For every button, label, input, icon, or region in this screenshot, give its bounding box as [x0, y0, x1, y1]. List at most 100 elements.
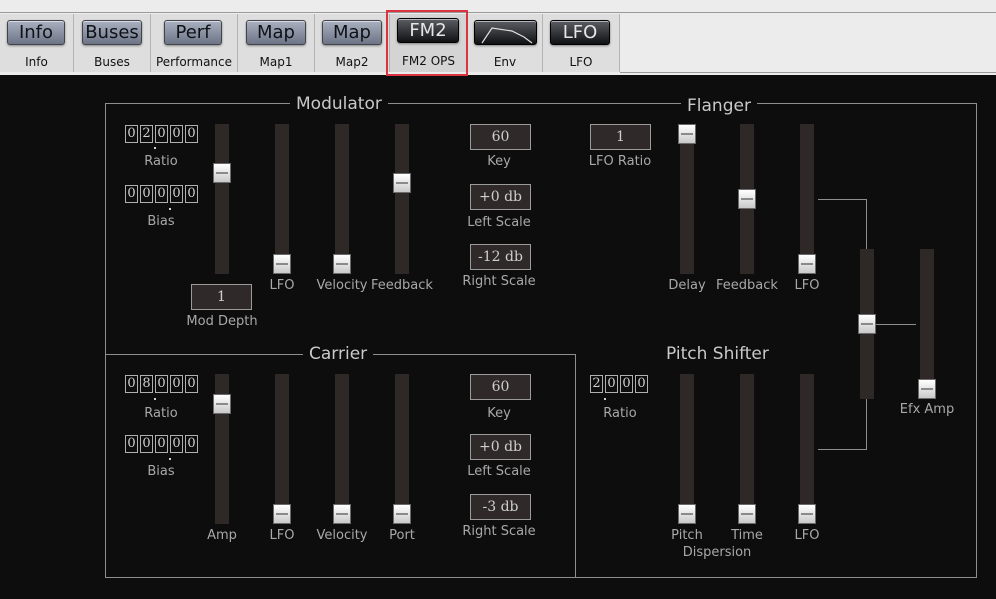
info-tab-button[interactable]: Info	[7, 20, 65, 45]
tab-buses[interactable]: Buses Buses	[74, 14, 151, 72]
digit[interactable]: 0	[185, 435, 198, 453]
slider-thumb[interactable]	[333, 254, 351, 274]
routing-line	[818, 449, 867, 450]
carrier-left-scale-value[interactable]: +0 db	[470, 434, 531, 460]
slider-thumb[interactable]	[738, 504, 756, 524]
env-tab-button[interactable]	[474, 20, 537, 45]
digit[interactable]: 0	[620, 375, 633, 393]
digit[interactable]: 0	[125, 125, 138, 143]
digit[interactable]: 0	[170, 375, 183, 393]
active-tab-highlight	[386, 10, 468, 76]
slider-thumb[interactable]	[393, 173, 411, 193]
modulator-key-value[interactable]: 60	[470, 124, 531, 150]
digit[interactable]: 0	[185, 185, 198, 203]
digit[interactable]: 2	[590, 375, 603, 393]
flanger-delay-slider[interactable]	[678, 124, 696, 274]
digit[interactable]: 0	[170, 185, 183, 203]
tab-env[interactable]: Env	[468, 14, 543, 72]
carrier-right-scale-value[interactable]: -3 db	[470, 494, 531, 520]
effects-mix-slider[interactable]	[858, 249, 876, 399]
flanger-title: Flanger	[681, 96, 757, 116]
lfo-tab-button[interactable]: LFO	[550, 20, 610, 45]
carrier-lfo-label: LFO	[269, 528, 295, 543]
modulator-bias-field[interactable]: 0 0 0 0 0	[125, 185, 200, 203]
flanger-feedback-slider[interactable]	[738, 124, 756, 274]
modulator-velocity-slider[interactable]	[333, 124, 351, 274]
lfo-ratio-value[interactable]: 1	[590, 124, 651, 150]
digit[interactable]: 0	[605, 375, 618, 393]
slider-thumb[interactable]	[393, 504, 411, 524]
tab-lfo[interactable]: LFO LFO	[543, 14, 620, 72]
carrier-port-slider[interactable]	[393, 374, 411, 524]
carrier-ratio-field[interactable]: 0 8 0 0 0	[125, 375, 200, 393]
carrier-bias-field[interactable]: 0 0 0 0 0	[125, 435, 200, 453]
digit[interactable]: 0	[155, 125, 168, 143]
tab-map1[interactable]: Map Map1	[238, 14, 315, 72]
mod-depth-slider[interactable]	[213, 124, 231, 274]
carrier-velocity-slider[interactable]	[333, 374, 351, 524]
slider-thumb[interactable]	[213, 394, 231, 414]
routing-line	[874, 324, 916, 325]
tab-bar-bottom-line	[620, 72, 996, 73]
modulator-ratio-field[interactable]: 0 2 0 0 0	[125, 125, 200, 143]
efx-amp-slider[interactable]	[918, 249, 936, 399]
slider-thumb[interactable]	[213, 163, 231, 183]
performance-tab-button[interactable]: Perf	[164, 20, 222, 45]
slider-thumb[interactable]	[273, 254, 291, 274]
slider-thumb[interactable]	[798, 504, 816, 524]
buses-tab-button[interactable]: Buses	[82, 20, 142, 45]
modulator-lfo-slider[interactable]	[273, 124, 291, 274]
digit[interactable]: 2	[140, 125, 153, 143]
tab-label: Performance	[155, 55, 233, 69]
carrier-title: Carrier	[303, 344, 374, 364]
pitch-dispersion-slider[interactable]	[678, 374, 696, 524]
map2-tab-button[interactable]: Map	[322, 20, 382, 45]
envelope-icon	[481, 27, 533, 44]
digit[interactable]: 0	[185, 125, 198, 143]
slider-thumb[interactable]	[858, 314, 876, 334]
slider-thumb[interactable]	[798, 254, 816, 274]
digit[interactable]: 0	[140, 185, 153, 203]
carrier-lfo-slider[interactable]	[273, 374, 291, 524]
modulator-feedback-label: Feedback	[371, 278, 433, 293]
digit[interactable]: 0	[125, 435, 138, 453]
modulator-feedback-slider[interactable]	[393, 124, 411, 274]
pitch-shifter-divider	[575, 354, 576, 578]
tab-map2[interactable]: Map Map2	[315, 14, 390, 72]
digit[interactable]: 0	[185, 375, 198, 393]
digit[interactable]: 0	[155, 375, 168, 393]
digit[interactable]: 0	[125, 185, 138, 203]
carrier-key-value[interactable]: 60	[470, 374, 531, 400]
slider-thumb[interactable]	[273, 504, 291, 524]
digit[interactable]: 0	[140, 435, 153, 453]
modulator-right-scale-value[interactable]: -12 db	[470, 244, 531, 270]
carrier-port-label: Port	[389, 528, 415, 543]
pitch-shifter-title: Pitch Shifter	[660, 344, 775, 364]
pitch-shifter-ratio-field[interactable]: 2 0 0 0	[590, 375, 650, 393]
time-dispersion-slider[interactable]	[738, 374, 756, 524]
modulator-left-scale-value[interactable]: +0 db	[470, 184, 531, 210]
flanger-lfo-slider[interactable]	[798, 124, 816, 274]
tab-performance[interactable]: Perf Performance	[151, 14, 238, 72]
tab-info[interactable]: Info Info	[0, 14, 74, 72]
tab-label: Buses	[94, 55, 130, 69]
digit[interactable]: 0	[635, 375, 648, 393]
slider-thumb[interactable]	[738, 189, 756, 209]
slider-thumb[interactable]	[333, 504, 351, 524]
modulator-lfo-label: LFO	[269, 278, 295, 293]
digit[interactable]: 0	[170, 435, 183, 453]
pitch-shifter-lfo-slider[interactable]	[798, 374, 816, 524]
slider-thumb[interactable]	[678, 504, 696, 524]
digit[interactable]: 0	[155, 435, 168, 453]
map1-tab-button[interactable]: Map	[246, 20, 306, 45]
mod-depth-value[interactable]: 1	[191, 284, 252, 310]
digit[interactable]: 8	[140, 375, 153, 393]
digit[interactable]: 0	[170, 125, 183, 143]
time-label: Time	[731, 528, 763, 543]
digit[interactable]: 0	[125, 375, 138, 393]
carrier-amp-slider[interactable]	[213, 374, 231, 524]
slider-thumb[interactable]	[678, 124, 696, 144]
routing-line	[818, 199, 867, 200]
slider-thumb[interactable]	[918, 379, 936, 399]
digit[interactable]: 0	[155, 185, 168, 203]
